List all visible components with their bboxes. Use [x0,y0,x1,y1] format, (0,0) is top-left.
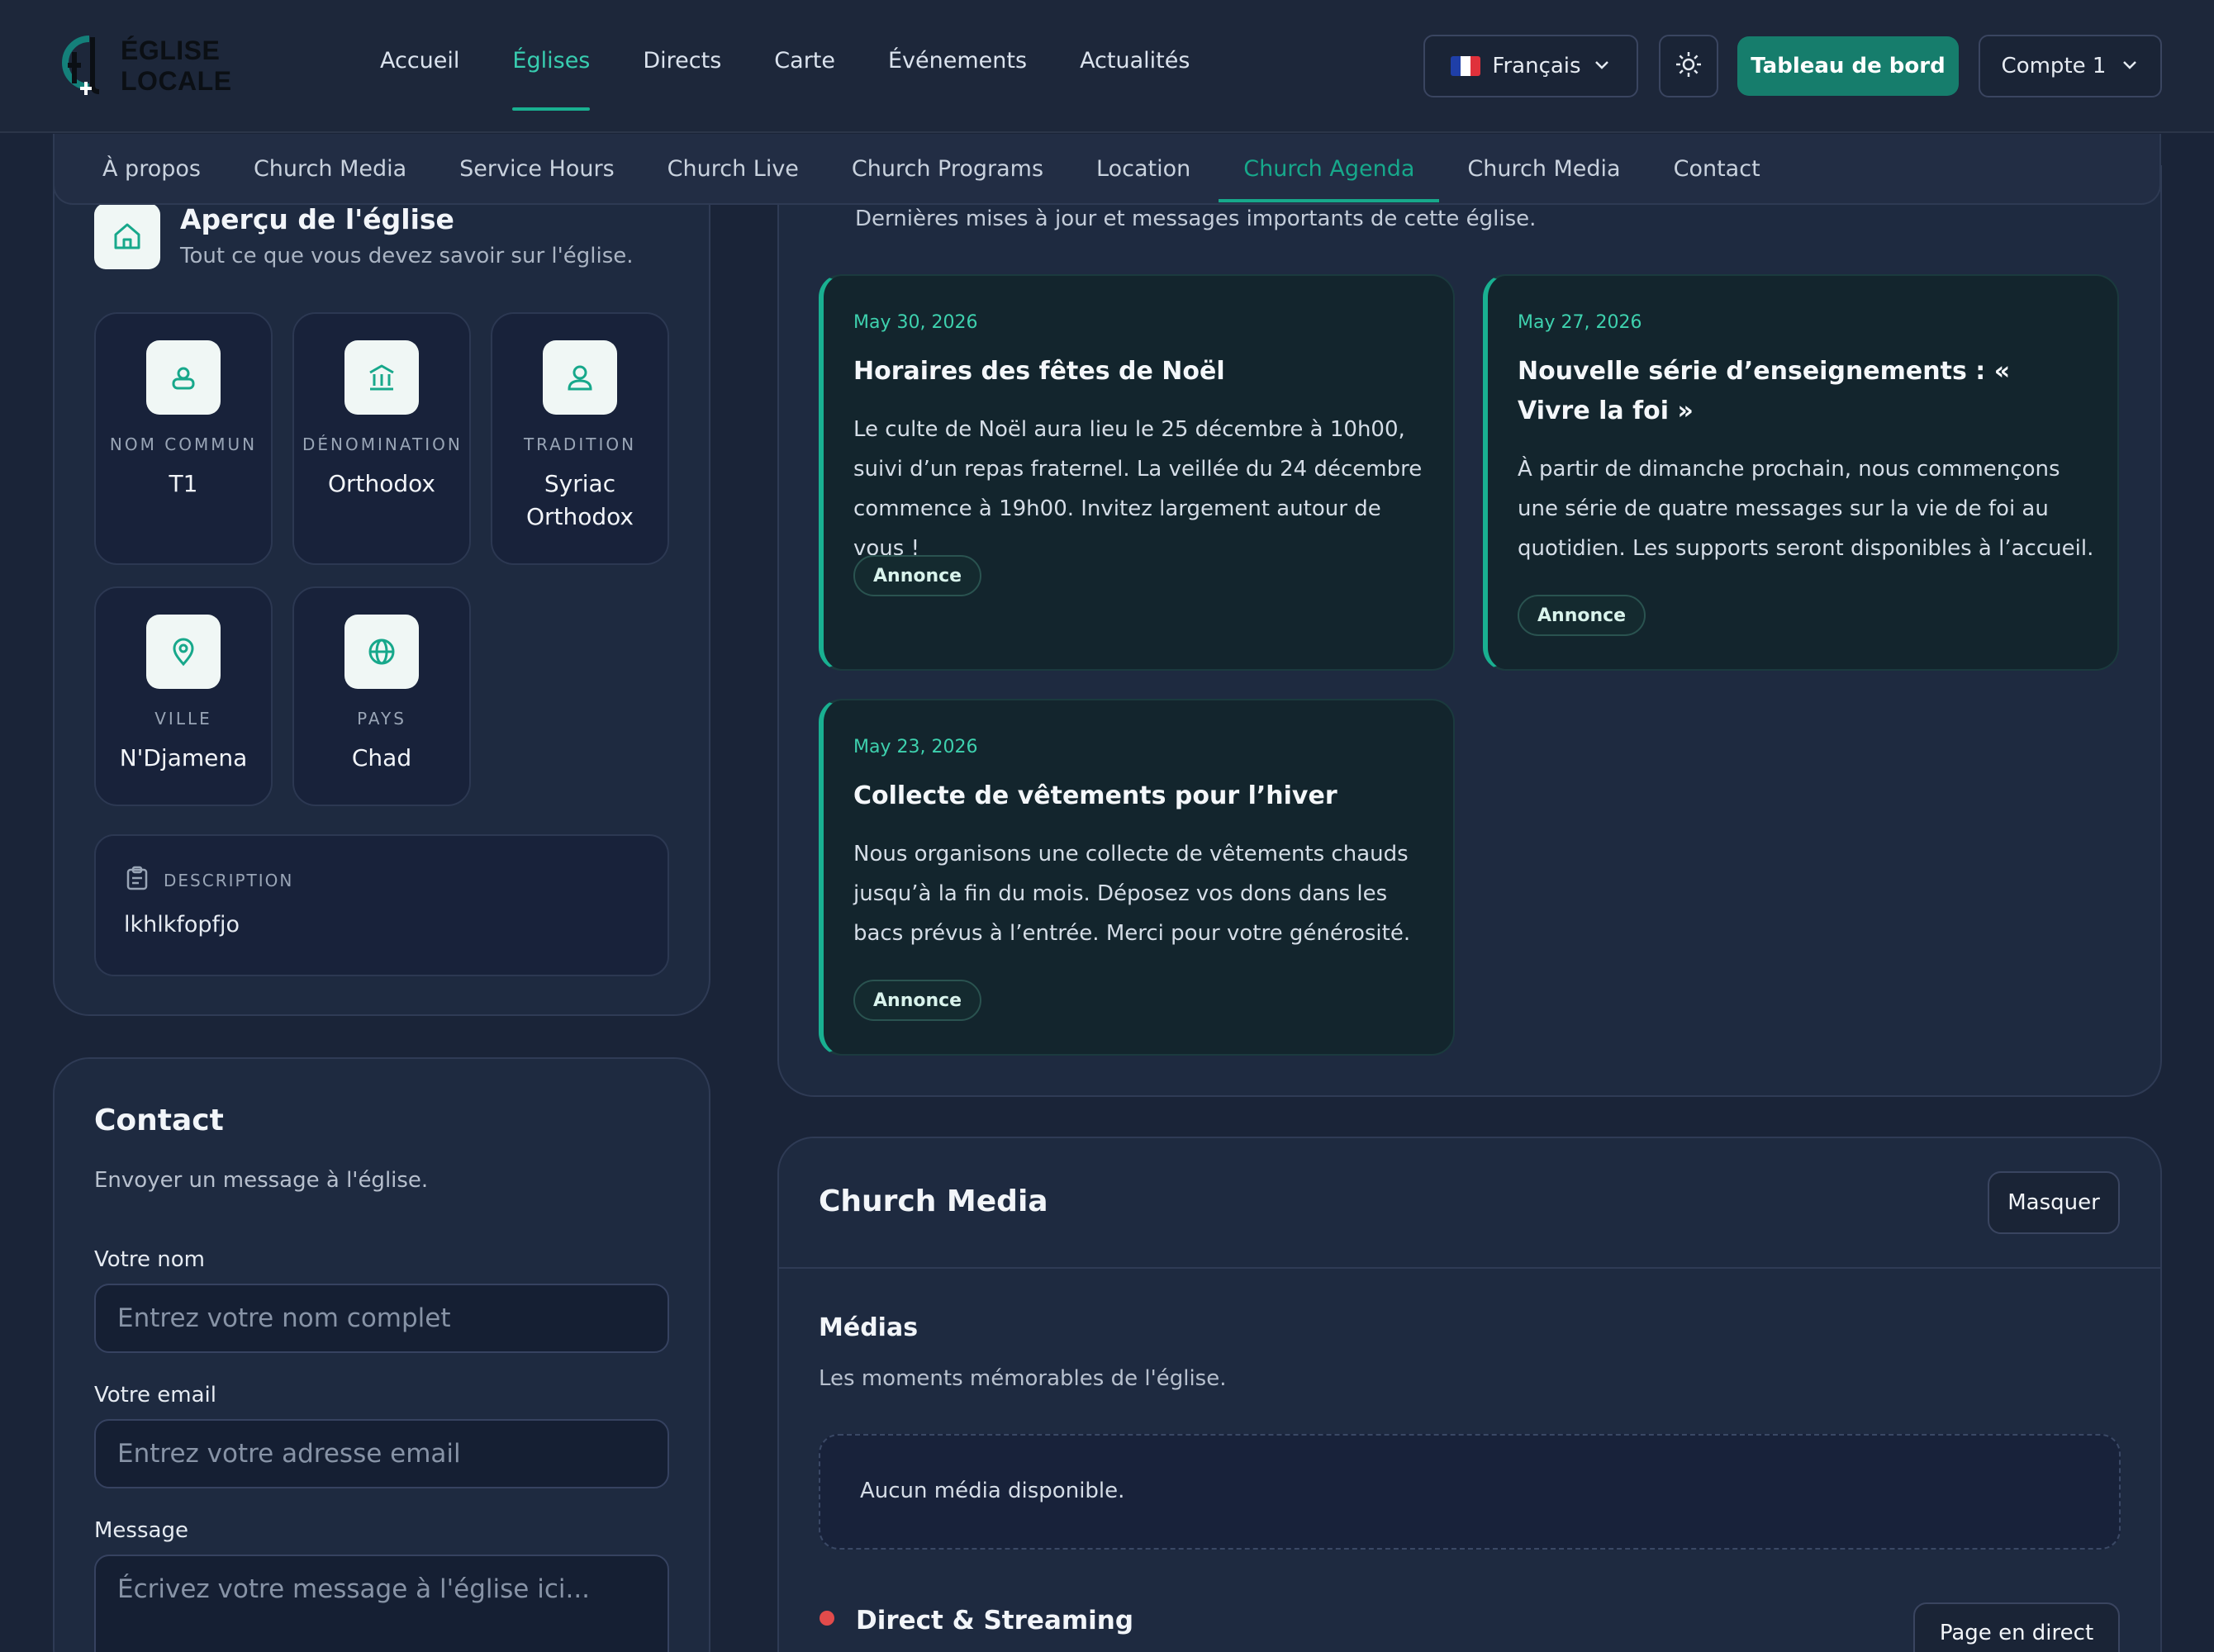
account-menu[interactable]: Compte 1 [1979,35,2162,97]
church-subnav: À propos Church Media Service Hours Chur… [53,134,2161,205]
subnav-contact[interactable]: Contact [1674,156,1760,182]
main-nav: Accueil Églises Directs Carte Événements… [380,48,1190,111]
chevron-down-icon [1593,55,1611,77]
divider [779,1267,2160,1269]
stat-label: TRADITION [523,434,637,454]
logo-text: ÉGLISE LOCALE [121,36,232,96]
stat-card-ville: VILLE N'Djamena [94,586,273,806]
news-title: Horaires des fêtes de Noël [853,357,1225,386]
nav-evenements[interactable]: Événements [888,48,1027,74]
globe-icon [344,615,419,689]
subnav-service-hours[interactable]: Service Hours [459,156,614,182]
clipboard-icon [126,866,149,895]
chevron-down-icon [2121,55,2139,77]
dashboard-button[interactable]: Tableau de bord [1737,36,1959,96]
news-date: May 23, 2026 [853,737,978,757]
stat-card-nom-commun: NOM COMMUN T1 [94,312,273,565]
name-label: Votre nom [94,1247,205,1272]
stat-value: Chad [351,744,412,771]
stat-card-tradition: TRADITION Syriac Orthodox [491,312,669,565]
news-date: May 27, 2026 [1518,312,1642,333]
stat-value: N'Djamena [119,744,248,771]
message-label: Message [94,1518,188,1543]
stat-value: T1 [169,470,198,497]
news-body: À partir de dimanche prochain, nous comm… [1518,457,2094,561]
nav-actualites[interactable]: Actualités [1080,48,1190,74]
subnav-church-media[interactable]: Church Media [254,156,406,182]
language-selector[interactable]: Français [1423,35,1638,97]
stat-value: Orthodox [327,470,436,497]
stat-value: Syriac Orthodox [525,470,634,530]
message-textarea[interactable] [94,1555,669,1652]
stat-card-denomination: DÉNOMINATION Orthodox [292,312,471,565]
overview-subtitle: Tout ce que vous devez savoir sur l'égli… [180,244,634,268]
hide-media-button[interactable]: Masquer [1988,1171,2120,1234]
news-badge: Annonce [853,980,982,1021]
news-card[interactable]: May 30, 2026 Horaires des fêtes de Noël … [819,274,1455,671]
news-title: Nouvelle série d’enseignements : « Vivre… [1518,357,2011,425]
subnav-location[interactable]: Location [1096,156,1190,182]
news-card[interactable]: May 23, 2026 Collecte de vêtements pour … [819,699,1455,1056]
building-icon [344,340,419,415]
nav-eglises[interactable]: Églises [512,48,590,111]
map-pin-icon [146,615,221,689]
news-body: Le culte de Noël aura lieu le 25 décembr… [853,417,1423,561]
site-logo[interactable]: ÉGLISE LOCALE [56,33,321,99]
subnav-church-media-2[interactable]: Church Media [1467,156,1620,182]
live-page-button[interactable]: Page en direct [1913,1602,2120,1652]
person-icon [543,340,617,415]
subnav-church-agenda[interactable]: Church Agenda [1219,156,1440,202]
media-empty-state: Aucun média disponible. [819,1434,2121,1550]
live-title: Direct & Streaming [856,1606,1134,1635]
news-title: Collecte de vêtements pour l’hiver [853,781,1337,810]
news-subtitle: Dernières mises à jour et messages impor… [855,206,1537,231]
logo-mark-icon [56,34,116,98]
overview-header: Aperçu de l'église Tout ce que vous deve… [94,203,634,269]
news-badge: Annonce [853,555,982,596]
account-label: Compte 1 [2001,54,2107,78]
media-empty-text: Aucun média disponible. [860,1479,1125,1503]
live-indicator-dot [820,1611,834,1626]
theme-toggle-button[interactable] [1659,35,1718,97]
news-date: May 30, 2026 [853,312,978,333]
user-badge-icon [146,340,221,415]
sun-icon [1674,50,1703,83]
description-box: DESCRIPTION lkhlkfopfjo [94,834,669,976]
language-label: Français [1492,54,1581,78]
subnav-church-programs[interactable]: Church Programs [852,156,1043,182]
church-media-title: Church Media [819,1184,1048,1218]
news-badge: Annonce [1518,595,1646,636]
medias-title: Médias [819,1313,919,1342]
description-value: lkhlkfopfjo [124,912,240,938]
overview-title: Aperçu de l'église [180,203,454,235]
flag-france-icon [1451,56,1481,76]
subnav-a-propos[interactable]: À propos [102,156,201,182]
nav-carte[interactable]: Carte [774,48,835,74]
description-label-row: DESCRIPTION [126,866,293,895]
stat-label: PAYS [357,709,406,729]
top-navbar: ÉGLISE LOCALE Accueil Églises Directs Ca… [0,0,2214,133]
stat-card-pays: PAYS Chad [292,586,471,806]
nav-directs[interactable]: Directs [643,48,721,74]
contact-title: Contact [94,1104,224,1137]
home-icon [94,203,160,269]
news-body: Nous organisons une collecte de vêtement… [853,842,1411,946]
nav-accueil[interactable]: Accueil [380,48,459,74]
stat-label: NOM COMMUN [109,434,258,454]
email-label: Votre email [94,1383,216,1408]
medias-subtitle: Les moments mémorables de l'église. [819,1366,1227,1391]
news-card[interactable]: May 27, 2026 Nouvelle série d’enseigneme… [1483,274,2119,671]
stat-label: VILLE [154,709,212,729]
contact-subtitle: Envoyer un message à l'église. [94,1168,429,1193]
email-input[interactable] [94,1419,669,1488]
description-label: DESCRIPTION [164,870,294,890]
stat-label: DÉNOMINATION [302,434,463,454]
name-input[interactable] [94,1284,669,1353]
subnav-church-live[interactable]: Church Live [668,156,799,182]
